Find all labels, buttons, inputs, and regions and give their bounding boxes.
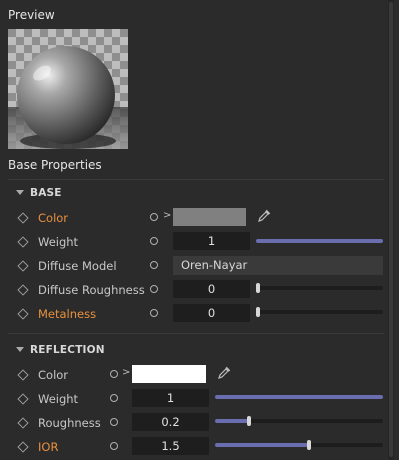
reflection-collapse-chevron-icon[interactable]	[16, 347, 24, 352]
reflection-roughness-label: Roughness	[38, 416, 101, 430]
reflection-section-header[interactable]: REFLECTION	[30, 344, 105, 356]
ior-input[interactable]: 1.5	[132, 437, 209, 455]
ior-slider[interactable]	[215, 440, 383, 450]
link-node-icon[interactable]	[150, 285, 158, 293]
keyframe-diamond-icon[interactable]	[17, 212, 29, 224]
scrollbar-thumb[interactable]	[389, 2, 393, 457]
keyframe-diamond-icon[interactable]	[17, 369, 29, 381]
link-node-icon[interactable]	[110, 442, 118, 450]
base-section-header[interactable]: BASE	[30, 187, 62, 199]
divider	[8, 333, 384, 334]
material-preview[interactable]	[8, 29, 128, 149]
divider	[8, 179, 384, 180]
diffuse-roughness-slider[interactable]	[256, 283, 383, 293]
keyframe-diamond-icon[interactable]	[17, 441, 29, 453]
base-weight-input[interactable]: 1	[173, 232, 250, 250]
link-node-icon[interactable]	[110, 418, 118, 426]
base-color-swatch[interactable]	[173, 208, 246, 226]
metalness-label: Metalness	[38, 307, 97, 321]
base-properties-title: Base Properties	[8, 158, 102, 172]
link-node-icon[interactable]	[150, 237, 158, 245]
reflection-weight-label: Weight	[38, 392, 79, 406]
reflection-weight-input[interactable]: 1	[132, 389, 209, 407]
metalness-slider[interactable]	[256, 307, 383, 317]
base-weight-label: Weight	[38, 235, 79, 249]
expand-chevron-icon[interactable]: >	[163, 210, 171, 221]
diffuse-model-label: Diffuse Model	[38, 259, 117, 273]
link-node-icon[interactable]	[110, 370, 118, 378]
diffuse-model-dropdown[interactable]: Oren-Nayar	[173, 256, 383, 275]
eyedropper-icon[interactable]	[217, 366, 231, 380]
reflection-color-label: Color	[38, 368, 69, 382]
reflection-roughness-slider[interactable]	[215, 416, 383, 426]
base-collapse-chevron-icon[interactable]	[16, 190, 24, 195]
keyframe-diamond-icon[interactable]	[17, 393, 29, 405]
keyframe-diamond-icon[interactable]	[17, 417, 29, 429]
keyframe-diamond-icon[interactable]	[17, 260, 29, 272]
reflection-color-swatch[interactable]	[132, 365, 206, 383]
base-weight-slider[interactable]	[256, 239, 383, 243]
expand-chevron-icon[interactable]: >	[122, 367, 130, 378]
keyframe-diamond-icon[interactable]	[17, 284, 29, 296]
keyframe-diamond-icon[interactable]	[17, 308, 29, 320]
ior-label: IOR	[38, 440, 59, 454]
link-node-icon[interactable]	[150, 213, 158, 221]
eyedropper-icon[interactable]	[257, 209, 271, 223]
metalness-input[interactable]: 0	[173, 304, 250, 322]
keyframe-diamond-icon[interactable]	[17, 236, 29, 248]
reflection-weight-slider[interactable]	[215, 395, 383, 399]
reflection-roughness-input[interactable]: 0.2	[132, 413, 209, 431]
link-node-icon[interactable]	[150, 261, 158, 269]
diffuse-roughness-input[interactable]: 0	[173, 280, 250, 298]
preview-sphere-image	[8, 29, 128, 149]
link-node-icon[interactable]	[150, 309, 158, 317]
diffuse-roughness-label: Diffuse Roughness	[38, 283, 145, 297]
link-node-icon[interactable]	[110, 394, 118, 402]
base-color-label: Color	[38, 211, 69, 225]
preview-title: Preview	[8, 8, 55, 22]
